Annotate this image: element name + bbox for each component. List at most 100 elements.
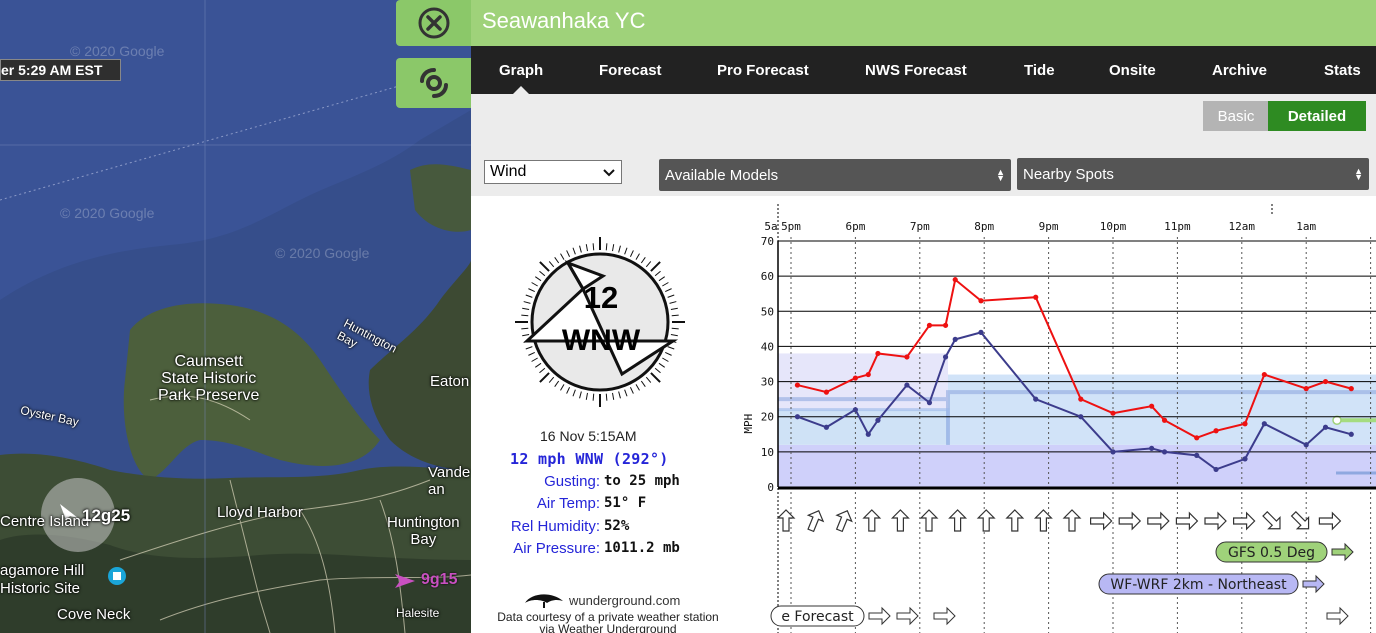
spot-title: Seawanhaka YC (471, 0, 1376, 46)
direction-arrow (1147, 511, 1170, 531)
compass-tick (539, 270, 546, 277)
compass-tick (528, 288, 535, 293)
data-point-average (1078, 414, 1084, 420)
map-time-label: er 5:29 AM EST (0, 59, 121, 81)
compass-tick (645, 376, 652, 383)
data-point-gust (1213, 428, 1219, 434)
map-label-eatons: Eaton (430, 373, 470, 390)
detailed-view-button[interactable]: Detailed (1268, 101, 1366, 131)
wind-arrow-icon (395, 574, 415, 588)
model-pill-label: GFS 0.5 Deg (1228, 545, 1315, 561)
compass-tick (539, 261, 550, 272)
compass-tick (531, 282, 538, 287)
direction-arrow (1090, 511, 1113, 531)
observation-wind: 12 mph WNW (292°) (510, 450, 669, 468)
data-point-average (942, 354, 949, 360)
tab-pro-forecast[interactable]: Pro Forecast (717, 62, 809, 79)
model-arrow (868, 606, 891, 626)
wunderground-logo[interactable]: wunderground.com (523, 591, 680, 609)
direction-arrow (1175, 511, 1199, 531)
data-point-gust (1242, 421, 1248, 427)
map-label-sagamore-hill: agamore Hill Historic Site (0, 562, 85, 597)
tab-graph[interactable]: Graph (499, 62, 543, 79)
compass-tick (654, 270, 661, 277)
tab-stats[interactable]: Stats (1324, 62, 1361, 79)
tab-archive[interactable]: Archive (1212, 62, 1267, 79)
compass-tick (592, 243, 595, 251)
compass-tick (560, 384, 565, 391)
compass-tick (523, 301, 531, 304)
obs-value: 1011.2 mb (604, 540, 680, 556)
compass-tick (650, 261, 661, 272)
obs-label: Gusting: (544, 473, 600, 490)
compass-tick (535, 362, 542, 368)
data-point-average (1348, 431, 1354, 437)
tab-nws-forecast[interactable]: NWS Forecast (865, 62, 967, 79)
wind-chart-svg: 5a 5pm 6pm 7pm 8pm 9pm 10pm 11pm 12am 1am 0 10 20 30 4… (742, 204, 1376, 633)
data-point-gust (1149, 403, 1155, 409)
map-label-vanderbilt: Vande an (428, 464, 471, 498)
data-point-gust (794, 382, 801, 388)
data-point-gust (1261, 371, 1267, 378)
compass-tick (671, 327, 679, 330)
x-tick-label: 5pm (781, 220, 801, 233)
model-arrow (896, 606, 919, 626)
data-point-average (1261, 421, 1267, 427)
close-map-button[interactable] (396, 0, 471, 46)
data-point-gust (1322, 378, 1329, 385)
compass-tick (665, 351, 672, 356)
compass-speed: 12 (584, 280, 618, 315)
compass-tick (667, 346, 675, 350)
variable-select[interactable]: Wind (484, 160, 622, 184)
y-tick-label: 50 (761, 305, 774, 318)
map-watermark: © 2020 Google (275, 245, 370, 261)
nearby-spots-select[interactable]: Nearby Spots ▲ ▼ (1017, 158, 1369, 190)
data-point-gust (1194, 435, 1200, 441)
wind-graph[interactable]: 5a 5pm 6pm 7pm 8pm 9pm 10pm 11pm 12am 1am 0 10 20 30 4… (741, 196, 1376, 633)
compass-tick (671, 314, 679, 317)
tab-tide[interactable]: Tide (1024, 62, 1055, 79)
station2-observation-label[interactable]: 9g15 (421, 571, 457, 589)
data-point-gust (1033, 294, 1039, 300)
compass-tick (531, 357, 538, 362)
compass-tick (548, 261, 555, 268)
data-point-average (865, 431, 871, 437)
obs-label: Air Pressure: (513, 540, 600, 557)
data-point-gust (1303, 386, 1309, 392)
data-point-gust (1110, 410, 1116, 416)
updown-icon: ▲ ▼ (1354, 166, 1363, 182)
obs-value: to 25 mph (604, 473, 680, 489)
close-circle-icon (418, 7, 449, 39)
tab-forecast[interactable]: Forecast (599, 62, 662, 79)
data-point-gust (865, 371, 871, 378)
x-tick-label: 8pm (974, 220, 994, 233)
y-tick-label: 0 (767, 481, 774, 494)
tab-onsite[interactable]: Onsite (1109, 62, 1156, 79)
obs-label: Rel Humidity: (510, 518, 600, 535)
compass-tick (670, 334, 678, 337)
direction-arrow (1118, 511, 1142, 531)
data-point-average (926, 400, 933, 406)
model-point-gfs (1332, 415, 1342, 425)
satellite-map[interactable]: © 2020 Google © 2020 Google © 2020 Googl… (0, 0, 471, 633)
compass-tick (579, 391, 582, 399)
compass-tick (629, 250, 634, 257)
basic-view-button[interactable]: Basic (1203, 101, 1269, 131)
data-point-average (1194, 452, 1200, 458)
tab-bar: Graph Forecast Pro Forecast NWS Forecast… (471, 46, 1376, 94)
compass-tick (669, 301, 677, 304)
landmark-icon (108, 567, 126, 585)
compass-tick (612, 392, 615, 400)
data-point-average (1161, 449, 1168, 455)
y-axis-label: MPH (742, 414, 755, 434)
map-label-cove-neck: Cove Neck (57, 606, 131, 623)
direction-arrow (976, 509, 996, 532)
models-select[interactable]: Available Models ▲ ▼ (659, 159, 1011, 191)
compass-tick (525, 346, 533, 350)
x-tick-label: 7pm (910, 220, 930, 233)
data-point-average (794, 414, 801, 420)
station-observation-label[interactable]: 12g25 (82, 506, 130, 526)
direction-arrow (1318, 511, 1342, 531)
storm-layer-button[interactable] (396, 58, 471, 108)
compass-tick (654, 367, 661, 374)
